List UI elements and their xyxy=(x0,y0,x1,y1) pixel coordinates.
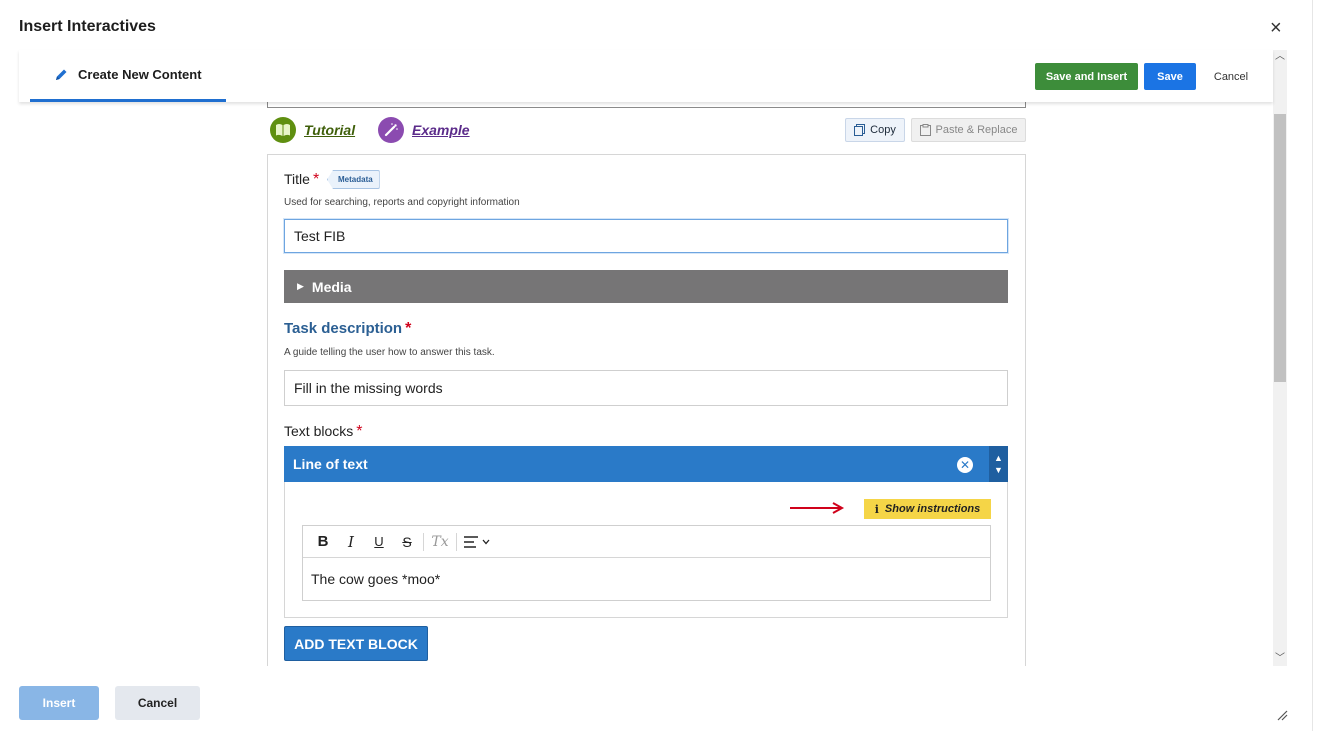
caret-right-icon: ▶ xyxy=(297,281,304,291)
chevron-down-icon xyxy=(482,539,490,544)
insert-interactives-dialog: Insert Interactives × Tutorial Example C… xyxy=(0,0,1312,731)
toolbar-divider xyxy=(423,532,424,551)
chevron-up-icon[interactable]: ▲ xyxy=(994,452,1003,464)
scroll-down-icon[interactable]: ﹀ xyxy=(1273,652,1287,666)
tutorial-link-label[interactable]: Tutorial xyxy=(304,122,355,138)
vertical-scrollbar[interactable]: ︿ ﹀ xyxy=(1273,50,1287,666)
task-description-label-text: Task description xyxy=(284,320,403,337)
tutorial-link[interactable]: Tutorial xyxy=(270,117,355,143)
remove-block-icon[interactable]: ✕ xyxy=(957,457,973,473)
show-instructions-button[interactable]: i Show instructions xyxy=(864,499,991,519)
cancel-button-top[interactable]: Cancel xyxy=(1207,63,1255,90)
add-text-block-button[interactable]: ADD TEXT BLOCK xyxy=(284,626,428,661)
text-blocks-label: Text blocks * xyxy=(284,423,362,441)
magic-wand-icon xyxy=(378,117,404,143)
clear-format-button[interactable]: Tx xyxy=(426,530,454,554)
save-button[interactable]: Save xyxy=(1144,63,1196,90)
example-link-label[interactable]: Example xyxy=(412,122,470,138)
red-arrow-annotation xyxy=(790,502,845,514)
strikethrough-button[interactable]: S xyxy=(393,530,421,554)
paste-replace-button[interactable]: Paste & Replace xyxy=(911,118,1026,142)
help-links-row: Tutorial Example Copy Paste & Replace xyxy=(270,117,1026,145)
copy-label: Copy xyxy=(870,124,896,136)
task-description-input[interactable]: Fill in the missing words xyxy=(284,370,1008,406)
title-hint: Used for searching, reports and copyrigh… xyxy=(284,197,520,208)
insert-button[interactable]: Insert xyxy=(19,686,99,720)
required-marker: * xyxy=(356,423,363,440)
scroll-up-icon[interactable]: ︿ xyxy=(1273,50,1287,64)
tab-create-label: Create New Content xyxy=(78,67,202,82)
metadata-button[interactable]: Metadata xyxy=(327,170,380,189)
line-of-text-header[interactable]: Line of text xyxy=(284,446,1008,482)
toolbar-divider xyxy=(456,532,457,551)
title-input-value: Test FIB xyxy=(294,228,346,244)
task-description-value: Fill in the missing words xyxy=(294,380,443,396)
resize-handle-icon[interactable] xyxy=(1276,709,1288,721)
title-label-text: Title xyxy=(284,171,310,187)
task-description-label: Task description * xyxy=(284,320,411,338)
cancel-button[interactable]: Cancel xyxy=(115,686,200,720)
clipboard-icon xyxy=(919,124,931,136)
rich-text-editor[interactable]: B I U S Tx The cow goes *moo* xyxy=(302,525,991,601)
pencil-icon xyxy=(56,69,67,80)
close-icon[interactable]: × xyxy=(1270,18,1282,38)
title-input[interactable]: Test FIB xyxy=(284,219,1008,253)
dialog-title: Insert Interactives xyxy=(19,18,156,35)
media-section-toggle[interactable]: ▶ Media xyxy=(284,270,1008,303)
save-and-insert-button[interactable]: Save and Insert xyxy=(1035,63,1138,90)
editor-content[interactable]: The cow goes *moo* xyxy=(311,571,440,587)
scrollbar-thumb[interactable] xyxy=(1274,114,1286,382)
line-of-text-label: Line of text xyxy=(293,456,368,472)
required-marker: * xyxy=(312,171,320,188)
window-right-edge xyxy=(1312,0,1334,731)
reorder-arrows[interactable]: ▲ ▼ xyxy=(989,446,1008,482)
copy-icon xyxy=(854,124,866,136)
editor-toolbar: B I U S Tx xyxy=(303,526,990,558)
italic-button[interactable]: I xyxy=(337,530,365,554)
task-description-hint: A guide telling the user how to answer t… xyxy=(284,347,495,358)
required-marker: * xyxy=(405,320,412,337)
align-dropdown[interactable] xyxy=(459,530,495,554)
example-link[interactable]: Example xyxy=(378,117,470,143)
tab-create-new-content[interactable]: Create New Content xyxy=(30,50,226,102)
editor-header-bar: Create New Content Save and Insert Save … xyxy=(19,50,1273,102)
bold-button[interactable]: B xyxy=(309,530,337,554)
show-instructions-label: Show instructions xyxy=(884,503,981,515)
chevron-down-icon[interactable]: ▼ xyxy=(994,464,1003,476)
media-label: Media xyxy=(311,278,352,295)
copy-button[interactable]: Copy xyxy=(845,118,905,142)
underline-button[interactable]: U xyxy=(365,530,393,554)
title-field-label: Title * xyxy=(284,171,319,189)
info-icon: i xyxy=(874,502,879,516)
paste-replace-label: Paste & Replace xyxy=(935,124,1018,136)
text-blocks-label-text: Text blocks xyxy=(284,423,354,439)
align-left-icon xyxy=(464,535,478,548)
book-icon xyxy=(270,117,296,143)
